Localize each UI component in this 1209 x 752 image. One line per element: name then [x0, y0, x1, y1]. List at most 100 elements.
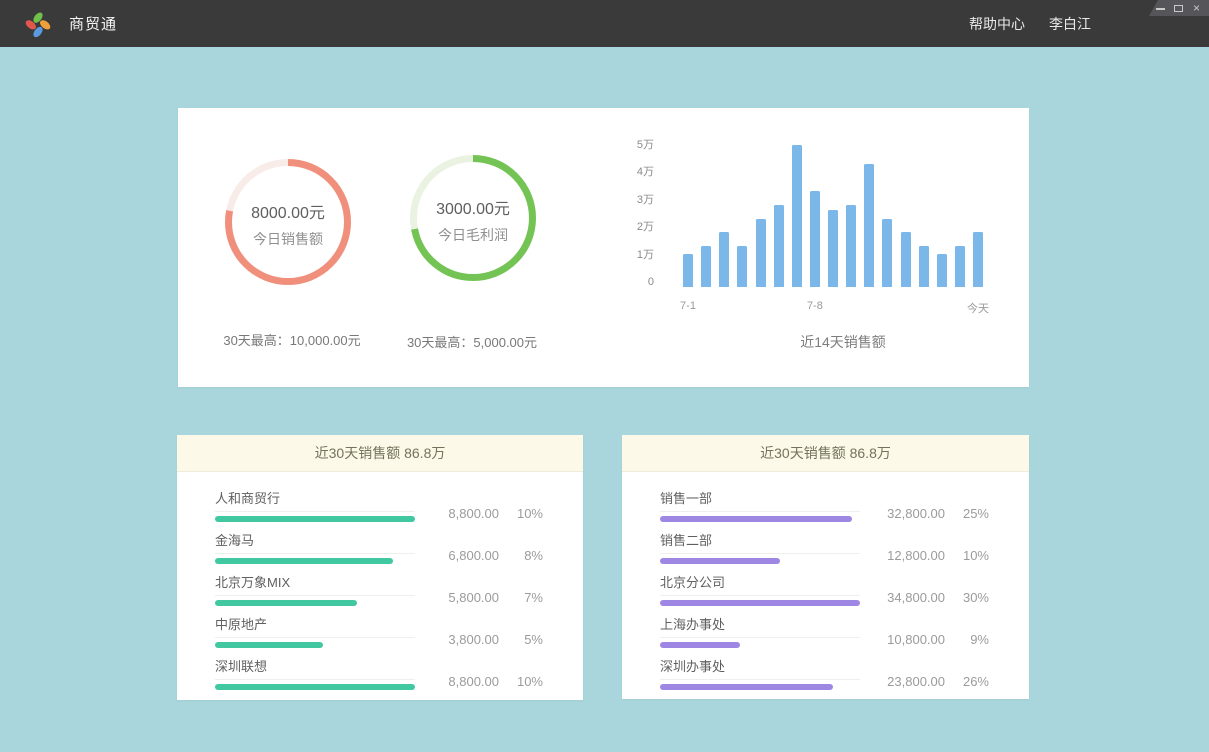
row-value: 32,800.00	[871, 506, 945, 521]
minimize-icon[interactable]	[1155, 3, 1166, 14]
x-axis-tick: 7-8	[807, 300, 823, 312]
row-label: 北京分公司	[660, 572, 860, 595]
row-label: 金海马	[215, 530, 415, 553]
row-label: 上海办事处	[660, 614, 860, 637]
today-sales-value: 8000.00元	[218, 199, 358, 223]
row-label: 人和商贸行	[215, 488, 415, 511]
row-numbers: 10,800.009%	[871, 632, 989, 648]
today-sales-label: 今日销售额	[218, 229, 358, 249]
list-item: 上海办事处 10,800.009%	[660, 614, 989, 648]
row-bar-track	[215, 679, 415, 690]
titlebar: 商贸通 帮助中心 李白江	[0, 0, 1209, 47]
close-icon[interactable]: ×	[1191, 3, 1202, 14]
row-bar	[660, 642, 740, 648]
sales-30d-max-caption: 30天最高：10,000.00元	[187, 330, 397, 349]
row-label: 中原地产	[215, 614, 415, 637]
row-percent: 8%	[499, 548, 543, 563]
y-axis-tick: 2万	[637, 218, 654, 236]
departments-panel-title: 近30天销售额 86.8万	[622, 435, 1029, 472]
customers-list: 人和商贸行8,800.0010%金海马6,800.008%北京万象MIX5,80…	[177, 472, 583, 690]
list-item: 深圳办事处 23,800.0026%	[660, 656, 989, 690]
row-bar	[215, 642, 323, 648]
row-label: 销售一部	[660, 488, 860, 511]
list-item: 人和商贸行 8,800.0010%	[215, 488, 543, 522]
row-bar-track	[215, 595, 415, 606]
user-menu[interactable]: 李白江	[1049, 14, 1091, 34]
row-label: 深圳办事处	[660, 656, 860, 679]
row-numbers: 12,800.0010%	[871, 548, 989, 564]
daily-sales-bar	[973, 232, 983, 287]
row-bar-track	[660, 595, 860, 606]
row-bar-track	[660, 679, 860, 690]
row-bar-track	[215, 511, 415, 522]
row-numbers: 32,800.0025%	[871, 506, 989, 522]
x-axis-tick: 7-1	[680, 300, 696, 312]
row-numbers: 8,800.0010%	[425, 674, 543, 690]
row-numbers: 3,800.005%	[425, 632, 543, 648]
bar-chart-y-axis: 01万2万3万4万5万	[618, 144, 668, 287]
daily-sales-bar	[756, 219, 766, 288]
row-value: 12,800.00	[871, 548, 945, 563]
row-numbers: 34,800.0030%	[871, 590, 989, 606]
row-bar	[215, 558, 393, 564]
row-percent: 10%	[499, 506, 543, 521]
customers-30d-panel: 近30天销售额 86.8万 人和商贸行8,800.0010%金海马6,800.0…	[177, 435, 583, 700]
row-numbers: 23,800.0026%	[871, 674, 989, 690]
bar-chart-title: 近14天销售额	[743, 332, 943, 352]
today-stats-panel: 8000.00元 今日销售额 30天最高：10,000.00元 3000.00元…	[178, 108, 1029, 387]
row-bar	[660, 600, 860, 606]
daily-sales-bar	[828, 210, 838, 287]
daily-sales-bar	[882, 219, 892, 288]
y-axis-tick: 1万	[637, 246, 654, 264]
row-numbers: 5,800.007%	[425, 590, 543, 606]
sales-14d-bar-chart	[683, 144, 983, 287]
row-value: 34,800.00	[871, 590, 945, 605]
list-item: 金海马 6,800.008%	[215, 530, 543, 564]
bar-chart-x-axis: 7-17-8今天	[683, 300, 983, 316]
daily-sales-bar	[919, 246, 929, 287]
row-percent: 7%	[499, 590, 543, 605]
daily-sales-bar	[719, 232, 729, 287]
row-percent: 25%	[945, 506, 989, 521]
list-item: 销售二部 12,800.0010%	[660, 530, 989, 564]
row-percent: 26%	[945, 674, 989, 689]
row-bar-track	[215, 637, 415, 648]
row-label: 北京万象MIX	[215, 572, 415, 595]
list-item: 北京万象MIX 5,800.007%	[215, 572, 543, 606]
titlebar-nav: 帮助中心 李白江	[969, 14, 1209, 34]
row-bar	[215, 516, 415, 522]
daily-sales-bar	[864, 164, 874, 287]
daily-sales-bar	[701, 246, 711, 287]
profit-30d-max-caption: 30天最高：5,000.00元	[367, 332, 577, 351]
help-center-link[interactable]: 帮助中心	[969, 14, 1025, 34]
row-bar-track	[215, 553, 415, 564]
row-value: 5,800.00	[425, 590, 499, 605]
row-percent: 10%	[945, 548, 989, 563]
window-controls: ×	[1149, 0, 1209, 16]
daily-sales-bar	[955, 246, 965, 287]
app-title: 商贸通	[69, 13, 117, 34]
daily-sales-bar	[683, 254, 693, 287]
row-percent: 5%	[499, 632, 543, 647]
maximize-icon[interactable]	[1173, 3, 1184, 14]
row-bar	[660, 684, 833, 690]
row-value: 8,800.00	[425, 506, 499, 521]
daily-sales-bar	[901, 232, 911, 287]
y-axis-tick: 4万	[637, 163, 654, 181]
y-axis-tick: 3万	[637, 191, 654, 209]
x-axis-tick: 今天	[967, 300, 989, 316]
row-numbers: 6,800.008%	[425, 548, 543, 564]
row-percent: 9%	[945, 632, 989, 647]
row-value: 6,800.00	[425, 548, 499, 563]
daily-sales-bar	[846, 205, 856, 287]
y-axis-tick: 5万	[637, 136, 654, 154]
list-item: 销售一部 32,800.0025%	[660, 488, 989, 522]
row-value: 8,800.00	[425, 674, 499, 689]
row-label: 销售二部	[660, 530, 860, 553]
app-logo-pinwheel-icon	[22, 8, 54, 40]
row-value: 10,800.00	[871, 632, 945, 647]
customers-panel-title: 近30天销售额 86.8万	[177, 435, 583, 472]
departments-30d-panel: 近30天销售额 86.8万 销售一部 32,800.0025% 销售二部 12,800…	[622, 435, 1029, 699]
y-axis-tick: 0	[648, 273, 654, 291]
daily-sales-bar	[937, 254, 947, 287]
